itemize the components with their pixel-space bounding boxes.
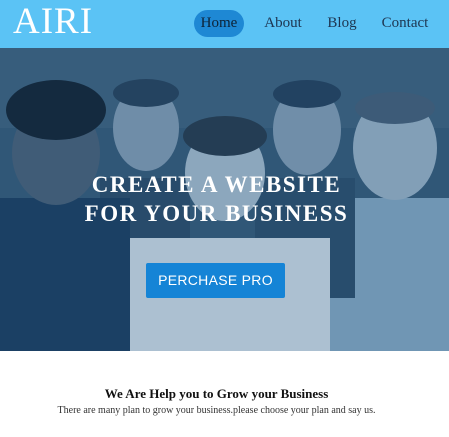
hero-title: CREATE A WEBSITE FOR YOUR BUSINESS — [0, 170, 433, 228]
section-subtitle: There are many plan to grow your busines… — [57, 405, 376, 416]
site-logo[interactable]: AIRI — [13, 0, 93, 44]
hero-title-line1: CREATE A WEBSITE — [91, 172, 342, 197]
nav-contact[interactable]: Contact — [379, 10, 431, 37]
landing-page: AIRI Home About Blog Contact CREATE A WE… — [0, 0, 449, 437]
purchase-pro-button[interactable]: PERCHASE PRO — [146, 263, 285, 298]
nav-home[interactable]: Home — [194, 10, 244, 37]
hero-title-line2: FOR YOUR BUSINESS — [84, 201, 349, 226]
section-title: We Are Help you to Grow your Business — [104, 386, 329, 401]
nav-blog[interactable]: Blog — [326, 10, 358, 37]
site-header: AIRI Home About Blog Contact — [0, 0, 449, 48]
nav-about[interactable]: About — [263, 10, 303, 37]
hero-banner: CREATE A WEBSITE FOR YOUR BUSINESS PERCH… — [0, 48, 449, 351]
